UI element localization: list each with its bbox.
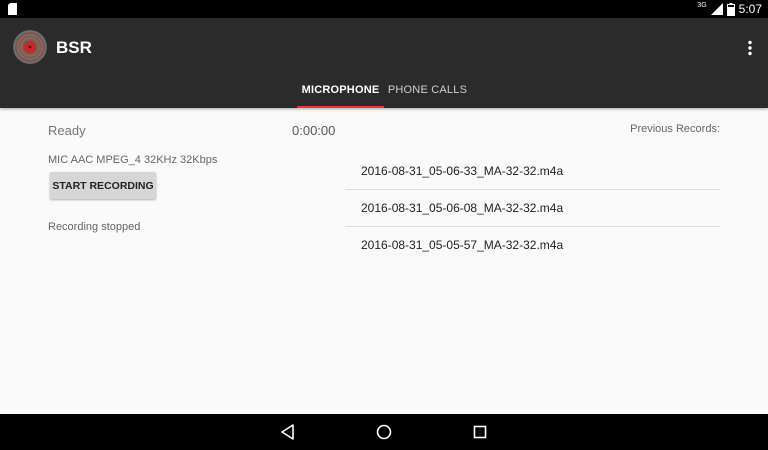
app-title: BSR xyxy=(56,38,92,57)
recording-timer: 0:00:00 xyxy=(292,123,336,138)
sd-card-icon xyxy=(8,3,17,15)
tab-bar: MICROPHONE PHONE CALLS xyxy=(0,72,768,108)
record-item[interactable]: 2016-08-31_05-06-08_MA-32-32.m4a xyxy=(345,190,720,227)
more-vert-icon[interactable] xyxy=(746,40,754,56)
app-bar: BSR MICROPHONE PHONE CALLS xyxy=(0,18,768,108)
record-item[interactable]: 2016-08-31_05-06-33_MA-32-32.m4a xyxy=(345,153,720,190)
back-icon[interactable] xyxy=(278,422,298,442)
recents-icon[interactable] xyxy=(470,422,490,442)
records-list: 2016-08-31_05-06-33_MA-32-32.m4a 2016-08… xyxy=(345,153,720,263)
recorder-status: Ready xyxy=(48,123,86,138)
clock: 5:07 xyxy=(738,2,762,16)
status-bar: 3G 5:07 xyxy=(0,0,768,18)
tab-microphone[interactable]: MICROPHONE xyxy=(298,72,383,108)
tab-phone-calls[interactable]: PHONE CALLS xyxy=(385,72,470,108)
recording-status: Recording stopped xyxy=(48,221,141,233)
navigation-bar xyxy=(0,414,768,450)
network-type: 3G xyxy=(697,1,707,9)
previous-records-label: Previous Records: xyxy=(630,123,720,135)
battery-icon xyxy=(726,2,735,16)
start-recording-button[interactable]: START RECORDING xyxy=(50,172,156,199)
record-item[interactable]: 2016-08-31_05-05-57_MA-32-32.m4a xyxy=(345,227,720,263)
signal-icon xyxy=(710,3,723,15)
app-logo-icon xyxy=(13,30,47,64)
home-icon[interactable] xyxy=(374,422,394,442)
main-content: Ready 0:00:00 Previous Records: MIC AAC … xyxy=(0,108,768,414)
status-icons: 3G 5:07 xyxy=(697,1,762,17)
codec-info: MIC AAC MPEG_4 32KHz 32Kbps xyxy=(48,154,218,166)
